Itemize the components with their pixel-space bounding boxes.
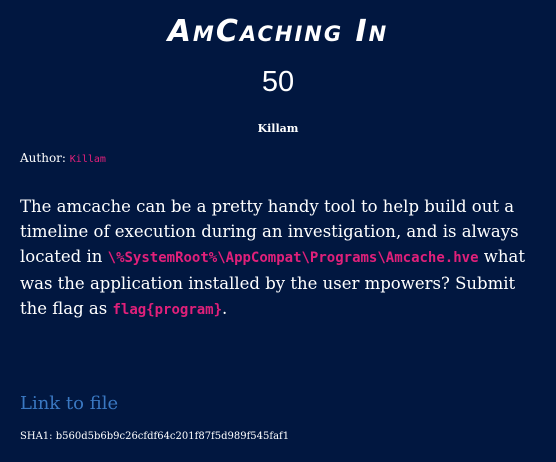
author-name: Killam	[69, 154, 106, 165]
flag-format: flag{program}	[112, 302, 223, 318]
amcache-path: \%SystemRoot%\AppCompat\Programs\Amcache…	[107, 250, 479, 266]
challenge-description: The amcache can be a pretty handy tool t…	[20, 194, 540, 323]
challenge-title: AmCaching In	[167, 14, 389, 49]
challenge-points: 50	[261, 66, 295, 98]
desc-text-3: .	[222, 299, 228, 318]
sha1-hash: SHA1: b560d5b6b9c26cfdf64c201f87f5d989f5…	[20, 431, 290, 442]
author-line: Author: Killam	[20, 151, 106, 165]
challenge-tag: Killam	[257, 122, 299, 135]
author-label: Author:	[20, 151, 66, 165]
file-link[interactable]: Link to file	[20, 393, 118, 414]
